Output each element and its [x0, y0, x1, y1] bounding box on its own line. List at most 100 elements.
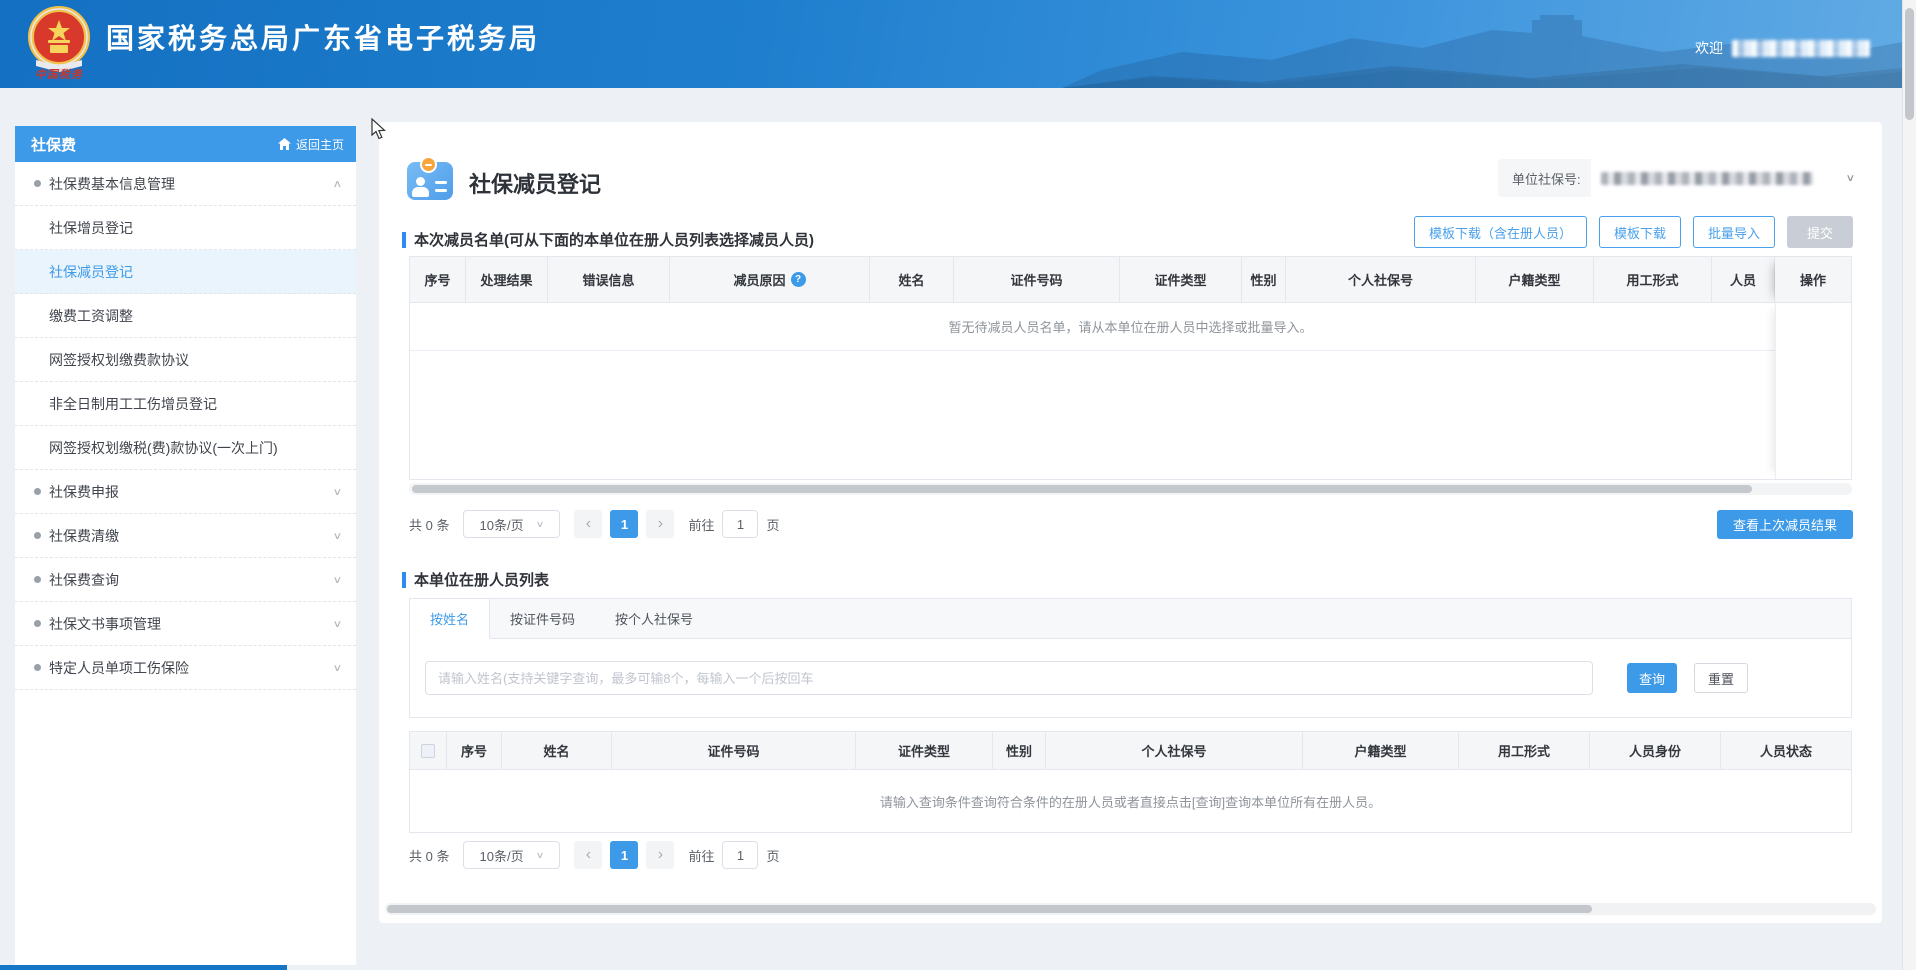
panel-scrollbar-thumb[interactable]	[387, 905, 1592, 913]
chevron-up-icon: ∧	[332, 178, 342, 190]
sidebar-item-0[interactable]: 社保费基本信息管理 ∧	[15, 162, 356, 206]
section1-title-text: 本次减员名单(可从下面的本单位在册人员列表选择减员人员)	[414, 229, 814, 250]
sidebar-item-label: 社保费查询	[49, 570, 119, 590]
staff-table-empty-message: 请输入查询条件查询符合条件的在册人员或者直接点击[查询]查询本单位所有在册人员。	[410, 770, 1851, 832]
table1-scrollbar-thumb[interactable]	[412, 485, 1752, 493]
sidebar-item-8[interactable]: 社保费清缴∨	[15, 514, 356, 558]
reset-button[interactable]: 重置	[1694, 663, 1748, 693]
template-download-with-staff-button[interactable]: 模板下载（含在册人员）	[1414, 216, 1587, 248]
column-header-9: 户籍类型	[1476, 257, 1594, 303]
unit-ssn-value-redacted	[1601, 172, 1813, 185]
column-header-4: 证件类型	[856, 732, 993, 770]
sidebar-item-5[interactable]: 非全日制用工工伤增员登记	[15, 382, 356, 426]
column-label: 证件类型	[898, 741, 950, 760]
sidebar-item-7[interactable]: 社保费申报∨	[15, 470, 356, 514]
sidebar-item-label: 社保费清缴	[49, 526, 119, 546]
reduction-table-header: 序号处理结果错误信息减员原因?姓名证件号码证件类型性别个人社保号户籍类型用工形式…	[410, 257, 1851, 303]
page-size-value: 10条/页	[480, 515, 524, 534]
sidebar-item-label: 社保增员登记	[49, 218, 133, 238]
pagination-2: 共 0 条 10条/页 ∨ ‹ 1 › 前往 页	[409, 841, 780, 869]
name-search-input[interactable]	[425, 661, 1593, 695]
reduction-list-table: 序号处理结果错误信息减员原因?姓名证件号码证件类型性别个人社保号户籍类型用工形式…	[409, 256, 1852, 480]
column-header-8: 个人社保号	[1286, 257, 1476, 303]
column-header-3: 证件号码	[612, 732, 856, 770]
column-label: 用工形式	[1498, 741, 1550, 760]
goto-page-input[interactable]	[722, 510, 758, 538]
next-page-button[interactable]: ›	[646, 841, 674, 869]
chevron-down-icon: ∨	[332, 618, 342, 630]
sidebar-menu: 社保费基本信息管理 ∧ 社保增员登记社保减员登记缴费工资调整网签授权划缴费款协议非全…	[15, 162, 356, 690]
prev-page-button[interactable]: ‹	[574, 510, 602, 538]
section2-title-text: 本单位在册人员列表	[414, 569, 549, 590]
section-title-bar	[402, 232, 406, 248]
query-button[interactable]: 查询	[1627, 663, 1677, 693]
page-title: 社保减员登记	[469, 167, 601, 199]
tab-2[interactable]: 按个人社保号	[595, 599, 713, 638]
prev-page-button[interactable]: ‹	[574, 841, 602, 869]
column-header-2: 姓名	[502, 732, 612, 770]
app-header: 中国税务 国家税务总局广东省电子税务局 欢迎	[0, 0, 1916, 88]
goto-label: 前往	[688, 515, 714, 534]
page-size-select[interactable]: 10条/页 ∨	[463, 510, 560, 538]
column-header-5: 性别	[993, 732, 1046, 770]
page-size-select[interactable]: 10条/页 ∨	[463, 841, 560, 869]
column-header-11: 人员	[1712, 257, 1775, 303]
bullet-icon	[34, 664, 41, 671]
column-label: 个人社保号	[1348, 270, 1413, 289]
view-last-reduction-result-button[interactable]: 查看上次减员结果	[1717, 510, 1853, 539]
select-all-checkbox[interactable]	[421, 744, 435, 758]
search-row: 查询 重置	[410, 639, 1851, 717]
sidebar-item-3[interactable]: 缴费工资调整	[15, 294, 356, 338]
logo-caption: 中国税务	[22, 66, 96, 82]
sidebar-item-6[interactable]: 网签授权划缴税(费)款协议(一次上门)	[15, 426, 356, 470]
sidebar-item-2-active[interactable]: 社保减员登记	[15, 250, 356, 294]
column-header-9: 人员身份	[1590, 732, 1721, 770]
column-label: 证件号码	[1010, 270, 1062, 289]
bullet-icon	[34, 532, 41, 539]
sidebar-item-4[interactable]: 网签授权划缴费款协议	[15, 338, 356, 382]
goto-page-input[interactable]	[722, 841, 758, 869]
column-label: 证件号码	[707, 741, 759, 760]
sidebar-item-9[interactable]: 社保费查询∨	[15, 558, 356, 602]
current-page[interactable]: 1	[610, 841, 638, 869]
submit-button-disabled[interactable]: 提交	[1787, 216, 1853, 248]
column-header-3: 减员原因?	[670, 257, 870, 303]
bullet-icon	[34, 488, 41, 495]
column-header-1: 序号	[447, 732, 502, 770]
column-label: 序号	[461, 741, 487, 760]
welcome-label: 欢迎	[1695, 38, 1723, 58]
column-label: 处理结果	[480, 270, 532, 289]
help-icon[interactable]: ?	[791, 272, 806, 287]
column-header-0: 序号	[410, 257, 466, 303]
sidebar-title: 社保费	[31, 134, 76, 155]
home-icon	[278, 138, 291, 150]
unit-ssn-field[interactable]: ∨	[1591, 159, 1865, 197]
tab-1[interactable]: 按证件号码	[490, 599, 595, 638]
bullet-icon	[34, 576, 41, 583]
unit-ssn-dropdown[interactable]: 单位社保号: ∨	[1498, 159, 1865, 197]
column-label: 人员状态	[1760, 741, 1812, 760]
page-title-icon	[407, 156, 453, 200]
column-label: 序号	[424, 270, 450, 289]
column-label: 证件类型	[1154, 270, 1206, 289]
next-page-button[interactable]: ›	[646, 510, 674, 538]
column-label: 户籍类型	[1354, 741, 1406, 760]
template-download-button[interactable]: 模板下载	[1599, 216, 1681, 248]
panel-horizontal-scrollbar	[385, 903, 1876, 915]
page-scrollbar-thumb[interactable]	[1905, 8, 1914, 120]
column-label: 错误信息	[582, 270, 634, 289]
bullet-icon	[34, 620, 41, 627]
sidebar-item-1[interactable]: 社保增员登记	[15, 206, 356, 250]
column-header-4: 姓名	[870, 257, 954, 303]
batch-import-button[interactable]: 批量导入	[1693, 216, 1775, 248]
sidebar-item-11[interactable]: 特定人员单项工伤保险∨	[15, 646, 356, 690]
sidebar-item-10[interactable]: 社保文书事项管理∨	[15, 602, 356, 646]
reduction-table-empty-message: 暂无待减员人员名单，请从本单位在册人员中选择或批量导入。	[410, 303, 1851, 351]
search-tabs: 按姓名按证件号码按个人社保号	[410, 599, 1851, 639]
tab-0-active[interactable]: 按姓名	[410, 599, 490, 639]
sidebar-item-label: 社保费基本信息管理	[49, 174, 175, 194]
column-label: 户籍类型	[1508, 270, 1560, 289]
current-page[interactable]: 1	[610, 510, 638, 538]
back-home-button[interactable]: 返回主页	[278, 136, 344, 153]
registered-staff-table: 序号姓名证件号码证件类型性别个人社保号户籍类型用工形式人员身份人员状态 请输入查…	[409, 731, 1852, 833]
